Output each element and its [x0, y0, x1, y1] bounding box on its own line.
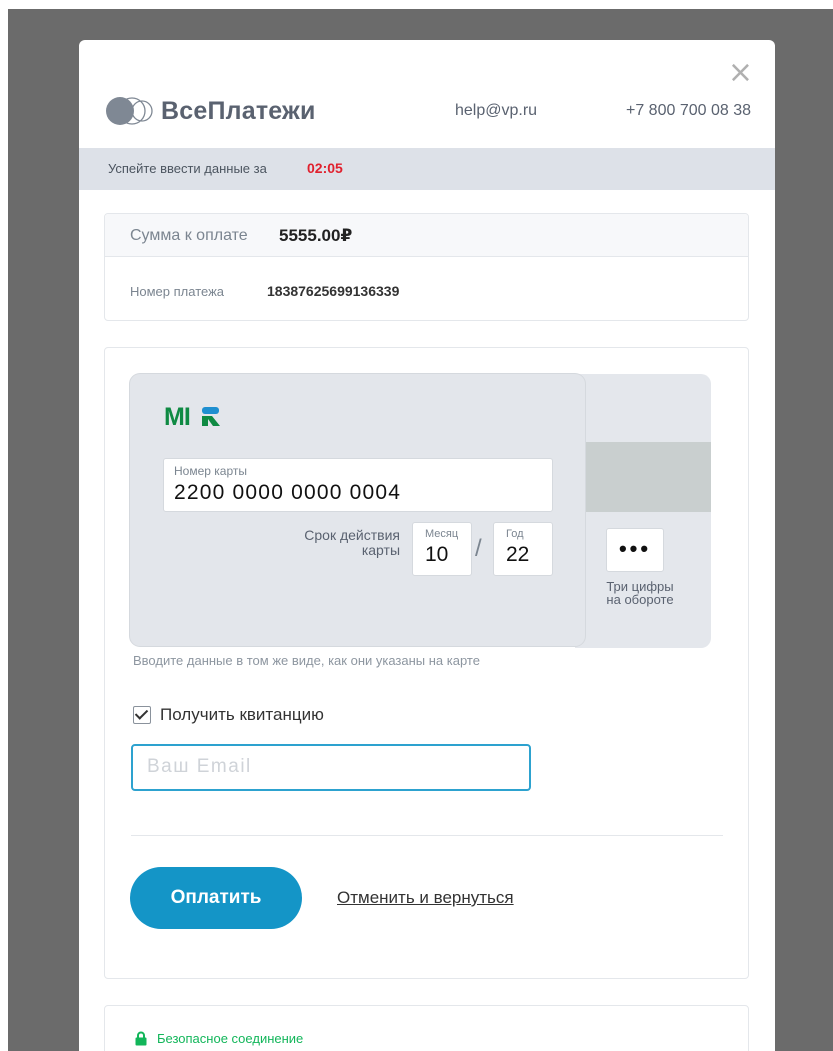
support-phone[interactable]: +7 800 700 08 38	[626, 102, 751, 120]
magnetic-stripe	[575, 442, 711, 512]
cancel-link[interactable]: Отменить и вернуться	[337, 888, 514, 908]
amount-value: 5555.00₽	[279, 226, 352, 246]
currency-sign: ₽	[340, 226, 353, 245]
payment-summary: Сумма к оплате 5555.00₽ Номер платежа 18…	[104, 213, 749, 321]
secure-connection-label: Безопасное соединение	[157, 1031, 304, 1046]
mir-logo-icon: MI	[164, 404, 220, 428]
payment-number-row: Номер платежа 18387625699136339	[105, 257, 748, 320]
logo-circles-icon	[106, 97, 153, 125]
card-number-value: 2200 0000 0000 0004	[174, 481, 402, 504]
receipt-checkbox[interactable]: Получить квитанцию	[133, 705, 324, 725]
timer-value: 02:05	[307, 160, 343, 176]
card-number-label: Номер карты	[174, 464, 247, 478]
card-front: MI Номер карты 2200 0000 0000 0004 Срок …	[130, 374, 585, 646]
expiry-month-input[interactable]: Месяц 10	[412, 522, 472, 576]
card-number-input[interactable]: Номер карты 2200 0000 0000 0004	[163, 458, 553, 512]
pay-button[interactable]: Оплатить	[130, 867, 302, 929]
amount-label: Сумма к оплате	[130, 227, 248, 244]
month-value: 10	[425, 543, 449, 566]
header: ВсеПлатежи help@vp.ru +7 800 700 08 38	[79, 92, 775, 148]
amount-row: Сумма к оплате 5555.00₽	[105, 214, 748, 257]
email-input[interactable]	[133, 746, 527, 787]
checkbox-check-icon[interactable]	[133, 706, 151, 724]
timer-bar: Успейте ввести данные за 02:05	[79, 148, 775, 190]
payment-number-value: 18387625699136339	[267, 283, 400, 299]
cvc-hint: Три цифры на обороте	[606, 579, 674, 607]
card-form: ••• Три цифры на обороте MI Номер карты 2…	[104, 347, 749, 979]
svg-text:MI: MI	[164, 404, 190, 428]
secure-connection: Безопасное соединение	[135, 1031, 303, 1046]
expiry-year-input[interactable]: Год 22	[493, 522, 553, 576]
support-email[interactable]: help@vp.ru	[455, 102, 537, 120]
cvc-input[interactable]: •••	[606, 528, 664, 572]
receipt-checkbox-label[interactable]: Получить квитанцию	[160, 705, 324, 725]
expiry-label: Срок действия карты	[304, 527, 400, 558]
payment-modal: × ВсеПлатежи help@vp.ru +7 800 700 08 38…	[79, 40, 775, 1051]
card-back: ••• Три цифры на обороте	[575, 374, 711, 648]
date-separator: /	[475, 535, 482, 562]
amount-number: 5555.00	[279, 226, 341, 245]
brand-logo: ВсеПлатежи	[105, 96, 316, 126]
email-field[interactable]	[131, 744, 531, 791]
year-label: Год	[506, 528, 524, 540]
lock-icon	[135, 1031, 147, 1046]
brand-name: ВсеПлатежи	[161, 96, 316, 125]
card-input-hint: Вводите данные в том же виде, как они ук…	[133, 653, 480, 668]
close-icon[interactable]: ×	[728, 58, 753, 88]
divider	[131, 835, 723, 836]
month-label: Месяц	[425, 528, 459, 540]
payment-number-label: Номер платежа	[130, 284, 225, 299]
timer-label: Успейте ввести данные за	[108, 161, 267, 176]
security-box: Безопасное соединение	[104, 1005, 749, 1051]
year-value: 22	[506, 543, 530, 566]
